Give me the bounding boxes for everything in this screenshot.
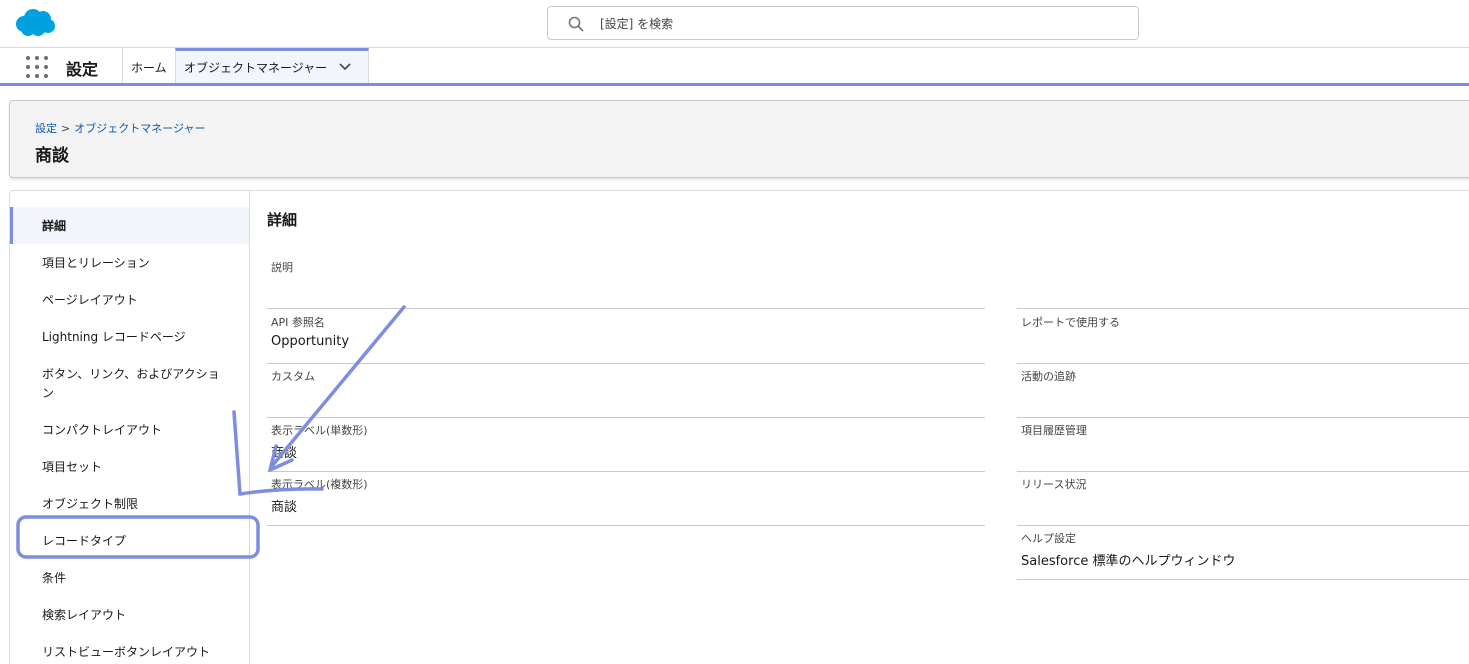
sidebar-item-list-view-button-layout[interactable]: リストビューボタンレイアウト [10, 633, 249, 664]
field-right-blank [1017, 255, 1469, 309]
field-deployment-status: リリース状況 [1017, 472, 1469, 526]
sidebar-item-label: コンパクトレイアウト [42, 423, 163, 437]
field-description: 説明 [267, 255, 985, 309]
field-label: カスタム [271, 370, 315, 383]
object-detail-card: 詳細 項目とリレーション ページレイアウト Lightning レコードページ … [9, 190, 1469, 664]
sidebar-item-label: 項目セット [42, 460, 103, 474]
nav-divider [122, 48, 123, 83]
sidebar-item-lightning-record-pages[interactable]: Lightning レコードページ [10, 318, 249, 355]
object-sidebar: 詳細 項目とリレーション ページレイアウト Lightning レコードページ … [10, 191, 250, 664]
sidebar-item-label: Lightning レコードページ [42, 330, 186, 344]
sidebar-item-label: ページレイアウト [42, 293, 138, 307]
chevron-down-icon[interactable] [338, 62, 352, 72]
field-label: リリース状況 [1021, 478, 1087, 491]
section-title: 詳細 [267, 211, 298, 229]
sidebar-item-buttons-links-actions[interactable]: ボタン、リンク、およびアクション [10, 355, 249, 411]
sidebar-item-label: リストビューボタンレイアウト [42, 645, 211, 659]
sidebar-item-label: 項目とリレーション [42, 256, 150, 270]
field-value: Opportunity [271, 334, 350, 349]
app-name: 設定 [66, 60, 99, 79]
search-icon [568, 16, 584, 32]
sidebar-item-page-layouts[interactable]: ページレイアウト [10, 281, 249, 318]
sidebar-item-search-layouts[interactable]: 検索レイアウト [10, 596, 249, 633]
search-input[interactable] [600, 14, 1100, 34]
field-label: レポートで使用する [1021, 316, 1120, 329]
page-title: 商談 [35, 146, 69, 166]
field-label: ヘルプ設定 [1021, 532, 1076, 545]
sidebar-item-fields-relationships[interactable]: 項目とリレーション [10, 244, 249, 281]
breadcrumb-setup-link[interactable]: 設定 [35, 122, 57, 135]
field-custom: カスタム [267, 364, 985, 418]
breadcrumb-object-manager-link[interactable]: オブジェクトマネージャー [74, 122, 205, 135]
field-label: API 参照名 [271, 316, 325, 329]
sidebar-item-label: オブジェクト制限 [42, 497, 139, 511]
field-plural-label: 表示ラベル(複数形) 商談 [267, 472, 985, 526]
tab-home[interactable]: ホーム [131, 59, 167, 76]
tab-object-manager[interactable]: オブジェクトマネージャー [175, 48, 369, 83]
field-value: Salesforce 標準のヘルプウィンドウ [1021, 554, 1236, 569]
breadcrumb: 設定 > オブジェクトマネージャー [35, 120, 205, 136]
breadcrumb-separator: > [61, 122, 71, 135]
field-api-name: API 参照名 Opportunity [267, 310, 985, 364]
field-singular-label: 表示ラベル(単数形) 商談 [267, 418, 985, 472]
field-label: 説明 [271, 261, 293, 274]
field-track-activities: 活動の追跡 [1017, 364, 1469, 418]
sidebar-item-label: 詳細 [42, 219, 67, 233]
field-help-settings: ヘルプ設定 Salesforce 標準のヘルプウィンドウ [1017, 526, 1469, 580]
details-panel: 詳細 説明 API 参照名 Opportunity カスタム 表示ラベル(単数形… [267, 191, 1469, 664]
salesforce-logo[interactable] [14, 8, 56, 38]
sidebar-item-label: 条件 [42, 571, 67, 585]
sidebar-item-label: 検索レイアウト [42, 608, 127, 622]
sidebar-item-compact-layouts[interactable]: コンパクトレイアウト [10, 411, 249, 448]
page-header: 設定 > オブジェクトマネージャー 商談 [9, 100, 1469, 178]
field-allow-reports: レポートで使用する [1017, 310, 1469, 364]
sidebar-item-field-sets[interactable]: 項目セット [10, 448, 249, 485]
context-nav-bar: 設定 ホーム オブジェクトマネージャー [0, 48, 1469, 86]
field-value: 商談 [271, 500, 298, 515]
field-label: 表示ラベル(単数形) [271, 424, 368, 437]
app-launcher-icon[interactable] [26, 56, 48, 78]
sidebar-item-record-types[interactable]: レコードタイプ [10, 522, 249, 559]
tab-object-manager-label: オブジェクトマネージャー [184, 61, 328, 75]
sidebar-item-conditions[interactable]: 条件 [10, 559, 249, 596]
sidebar-item-details[interactable]: 詳細 [10, 207, 249, 244]
field-label: 表示ラベル(複数形) [271, 478, 368, 491]
field-label: 項目履歴管理 [1021, 424, 1087, 437]
sidebar-item-object-limits[interactable]: オブジェクト制限 [10, 485, 249, 522]
sidebar-item-label: レコードタイプ [42, 534, 127, 548]
field-value: 商談 [271, 446, 298, 461]
global-search[interactable] [547, 6, 1139, 40]
field-history-tracking: 項目履歴管理 [1017, 418, 1469, 472]
sidebar-item-label: ボタン、リンク、およびアクション [42, 367, 220, 400]
global-header [0, 0, 1469, 48]
field-label: 活動の追跡 [1021, 370, 1076, 383]
